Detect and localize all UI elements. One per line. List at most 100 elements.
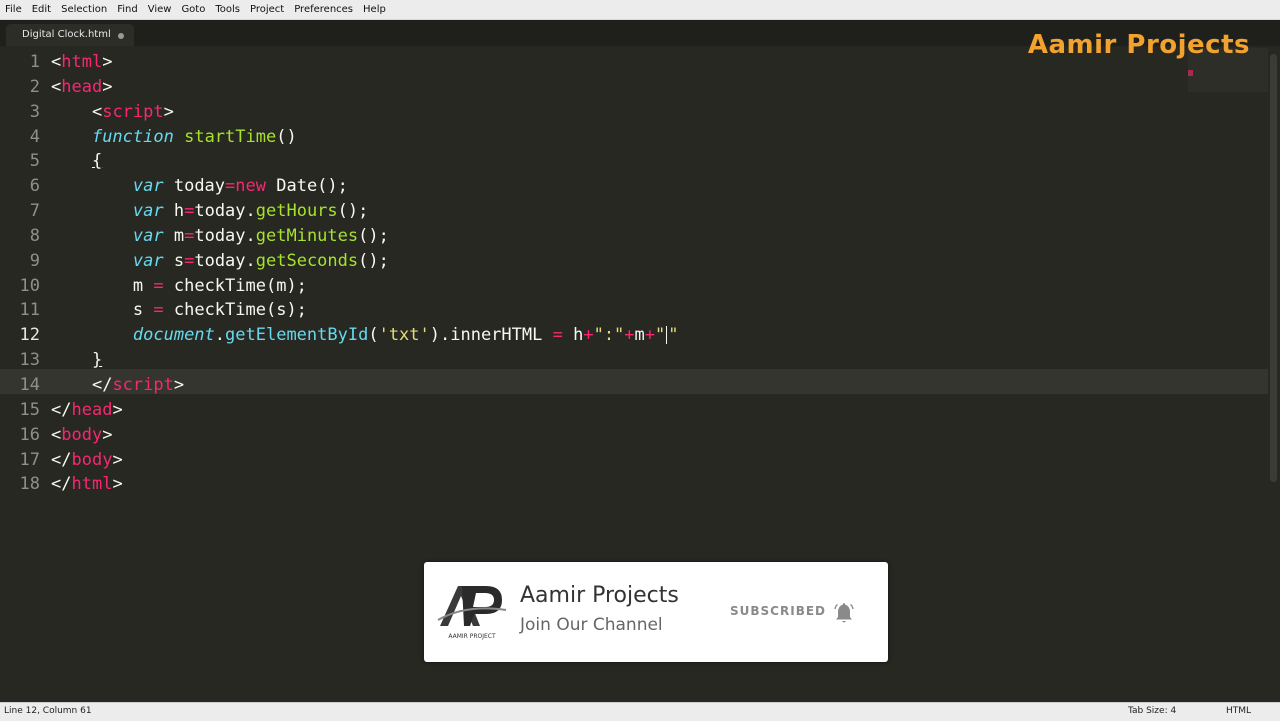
code-line: <head> — [51, 75, 1251, 100]
tag-bracket: < — [91, 101, 103, 122]
operator: = — [153, 300, 164, 321]
code-text: checkTime(m); — [163, 275, 307, 296]
file-tab[interactable]: Digital Clock.html — [6, 24, 134, 46]
tab-size-setting[interactable]: Tab Size: 4 — [1128, 706, 1176, 716]
menu-preferences[interactable]: Preferences — [289, 0, 358, 19]
code-text: h — [562, 325, 584, 346]
subscribe-tagline: Join Our Channel — [520, 615, 663, 635]
line-number-current: 12 — [19, 325, 40, 346]
code-line: } — [51, 348, 1251, 373]
keyword-new: new — [235, 176, 266, 197]
line-number: 8 — [29, 225, 40, 246]
code-text: s — [163, 250, 185, 271]
code-line: </html> — [51, 472, 1251, 497]
code-line: m = checkTime(m); — [51, 274, 1251, 299]
code-lines[interactable]: <html> <head> <script> function startTim… — [51, 50, 1251, 497]
code-text: today. — [194, 250, 256, 271]
line-number: 17 — [19, 449, 40, 470]
menu-view[interactable]: View — [143, 0, 177, 19]
code-line: </script> — [51, 373, 1251, 398]
string: " — [668, 325, 679, 346]
tag-name: script — [102, 101, 164, 122]
vertical-scrollbar[interactable] — [1268, 46, 1280, 702]
operator: + — [624, 325, 635, 346]
string: " — [655, 325, 666, 346]
code-line: var s=today.getSeconds(); — [51, 249, 1251, 274]
code-text: m — [634, 325, 645, 346]
scrollbar-thumb[interactable] — [1270, 54, 1277, 482]
line-number: 5 — [29, 151, 40, 172]
code-line: function startTime() — [51, 125, 1251, 150]
subscribed-button[interactable]: SUBSCRIBED — [730, 604, 826, 618]
tag-name: head — [61, 76, 103, 97]
menu-selection[interactable]: Selection — [56, 0, 112, 19]
code-text: (); — [337, 201, 369, 222]
line-number-gutter: 1 2 3 4 5 6 7 8 9 10 11 12 13 14 15 16 1… — [0, 50, 40, 497]
channel-logo-icon: AAMIR PROJECT — [437, 586, 507, 640]
tag-bracket: </ — [91, 374, 113, 395]
code-text: checkTime(s); — [163, 300, 307, 321]
line-number: 10 — [19, 275, 40, 296]
code-text: Date(); — [266, 176, 348, 197]
menu-find[interactable]: Find — [112, 0, 143, 19]
method-name: getElementById — [225, 325, 369, 346]
subscribe-channel-name: Aamir Projects — [520, 583, 679, 608]
string: ":" — [593, 325, 625, 346]
tag-name: body — [61, 424, 103, 445]
line-number: 15 — [19, 399, 40, 420]
line-number: 4 — [29, 126, 40, 147]
tag-bracket: > — [163, 101, 174, 122]
unsaved-dot-icon[interactable] — [118, 33, 124, 39]
syntax-selector[interactable]: HTML — [1226, 706, 1251, 716]
tag-bracket: > — [173, 374, 185, 395]
menu-project[interactable]: Project — [245, 0, 289, 19]
brace: } — [91, 350, 103, 371]
code-line: var m=today.getMinutes(); — [51, 224, 1251, 249]
code-line: var today=new Date(); — [51, 174, 1251, 199]
line-number: 18 — [19, 474, 40, 495]
menu-goto[interactable]: Goto — [176, 0, 210, 19]
menu-tools[interactable]: Tools — [210, 0, 245, 19]
keyword: var — [132, 176, 164, 197]
operator: + — [583, 325, 594, 346]
keyword: var — [132, 225, 164, 246]
tag-bracket: </ — [51, 399, 72, 420]
tag-name: script — [112, 374, 174, 395]
code-text: ).innerHTML — [429, 325, 553, 346]
tag-bracket: > — [112, 399, 123, 420]
code-line: <script> — [51, 100, 1251, 125]
line-number: 16 — [19, 424, 40, 445]
menu-help[interactable]: Help — [358, 0, 391, 19]
cursor-position: Line 12, Column 61 — [4, 706, 92, 716]
method-name: getMinutes — [255, 225, 359, 246]
document-object: document — [132, 325, 215, 346]
tag-bracket: > — [112, 449, 123, 470]
bell-icon[interactable] — [832, 601, 856, 625]
keyword: function — [91, 126, 174, 147]
operator: = — [153, 275, 164, 296]
line-number: 6 — [29, 176, 40, 197]
code-text: m — [163, 225, 185, 246]
line-number: 2 — [29, 76, 40, 97]
status-bar: Line 12, Column 61 Tab Size: 4 HTML — [0, 702, 1280, 721]
tag-name: body — [71, 449, 113, 470]
code-line: s = checkTime(s); — [51, 298, 1251, 323]
menu-file[interactable]: File — [0, 0, 27, 19]
tag-name: head — [71, 399, 113, 420]
code-text: ( — [368, 325, 379, 346]
code-line: var h=today.getHours(); — [51, 199, 1251, 224]
operator: = — [184, 201, 195, 222]
string: 'txt' — [378, 325, 430, 346]
code-line: { — [51, 149, 1251, 174]
tag-bracket: > — [102, 52, 113, 72]
operator: + — [644, 325, 656, 346]
code-text: . — [214, 325, 226, 346]
tag-name: html — [61, 52, 103, 72]
code-text: (); — [358, 250, 389, 271]
code-text: today — [163, 176, 226, 197]
code-line: </body> — [51, 448, 1251, 473]
menu-bar: File Edit Selection Find View Goto Tools… — [0, 0, 1280, 20]
operator: = — [184, 250, 195, 271]
menu-edit[interactable]: Edit — [27, 0, 56, 19]
file-tab-title: Digital Clock.html — [22, 29, 111, 40]
